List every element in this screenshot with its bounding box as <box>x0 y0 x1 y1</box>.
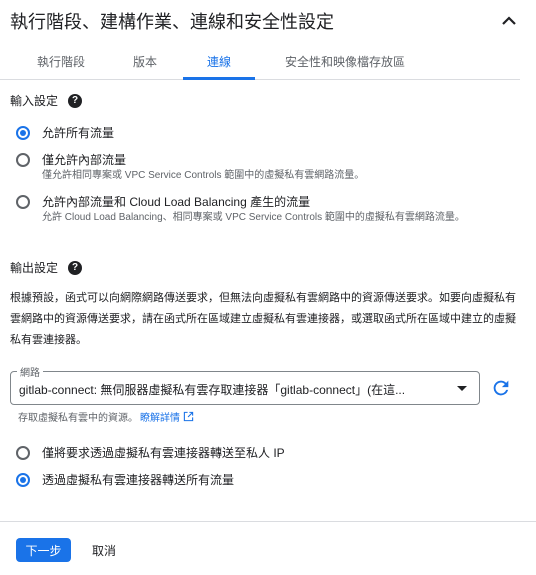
egress-option-all-traffic[interactable]: 透過虛擬私有雲連接器轉送所有流量 <box>16 471 234 489</box>
learn-more-link[interactable]: 瞭解詳情 <box>140 409 180 424</box>
egress-description: 根據預設，函式可以向網際網路傳送要求，但無法向虛擬私有雲網路中的資源傳送要求。如… <box>10 292 516 346</box>
radio-checked-icon[interactable] <box>16 473 30 487</box>
next-button[interactable]: 下一步 <box>16 538 71 562</box>
footer-divider <box>0 521 536 522</box>
help-icon[interactable]: ? <box>68 260 83 275</box>
panel-header: 執行階段、建構作業、連線和安全性設定 <box>0 0 536 40</box>
panel-title: 執行階段、建構作業、連線和安全性設定 <box>10 12 334 32</box>
radio-unchecked-icon[interactable] <box>16 446 30 460</box>
ingress-title: 輸入設定 <box>10 94 59 108</box>
ingress-option-desc: 允許 Cloud Load Balancing、相同專案或 VPC Servic… <box>42 212 465 223</box>
radio-unchecked-icon[interactable] <box>16 153 30 167</box>
network-hint-text: 存取虛擬私有雲中的資源。 <box>18 413 138 424</box>
network-select-value: gitlab-connect: 無伺服器虛擬私有雲存取連接器「gitlab-co… <box>19 383 406 397</box>
collapse-button[interactable] <box>496 8 522 34</box>
ingress-option-label: 允許內部流量和 Cloud Load Balancing 產生的流量 <box>42 195 311 209</box>
chevron-up-icon <box>502 16 516 25</box>
radio-checked-icon[interactable] <box>16 126 30 140</box>
egress-option-label: 透過虛擬私有雲連接器轉送所有流量 <box>42 473 235 487</box>
tab-version[interactable]: 版本 <box>115 44 175 79</box>
help-icon[interactable]: ? <box>68 93 83 108</box>
tab-connections[interactable]: 連線 <box>183 44 255 80</box>
tab-bar: 執行階段 版本 連線 安全性和映像檔存放區 <box>0 44 520 80</box>
ingress-option-all[interactable]: 允許所有流量 <box>16 124 114 142</box>
ingress-section-title: 輸入設定 ? <box>10 92 83 109</box>
egress-title: 輸出設定 <box>10 261 59 275</box>
network-hint: 存取虛擬私有雲中的資源。 瞭解詳情 <box>18 409 194 424</box>
egress-option-private-ip[interactable]: 僅將要求透過虛擬私有雲連接器轉送至私人 IP <box>16 444 285 462</box>
tab-runtime[interactable]: 執行階段 <box>20 44 102 79</box>
cancel-button[interactable]: 取消 <box>84 538 124 562</box>
ingress-option-internal[interactable]: 僅允許內部流量 僅允許相同專案或 VPC Service Controls 範圍… <box>16 151 364 183</box>
egress-section-title: 輸出設定 ? <box>10 259 83 276</box>
tab-security[interactable]: 安全性和映像檔存放區 <box>270 44 420 79</box>
network-select[interactable]: 網路 gitlab-connect: 無伺服器虛擬私有雲存取連接器「gitlab… <box>10 364 480 405</box>
ingress-option-desc: 僅允許相同專案或 VPC Service Controls 範圍中的虛擬私有雲網… <box>42 170 365 181</box>
ingress-option-label: 允許所有流量 <box>42 126 115 140</box>
radio-unchecked-icon[interactable] <box>16 195 30 209</box>
ingress-option-label: 僅允許內部流量 <box>42 153 127 167</box>
dropdown-arrow-icon <box>457 386 467 391</box>
refresh-icon[interactable] <box>490 377 512 399</box>
external-link-icon[interactable] <box>183 411 194 422</box>
ingress-option-internal-lb[interactable]: 允許內部流量和 Cloud Load Balancing 產生的流量 允許 Cl… <box>16 193 516 225</box>
network-select-label: 網路 <box>17 364 43 379</box>
egress-option-label: 僅將要求透過虛擬私有雲連接器轉送至私人 IP <box>42 446 285 460</box>
